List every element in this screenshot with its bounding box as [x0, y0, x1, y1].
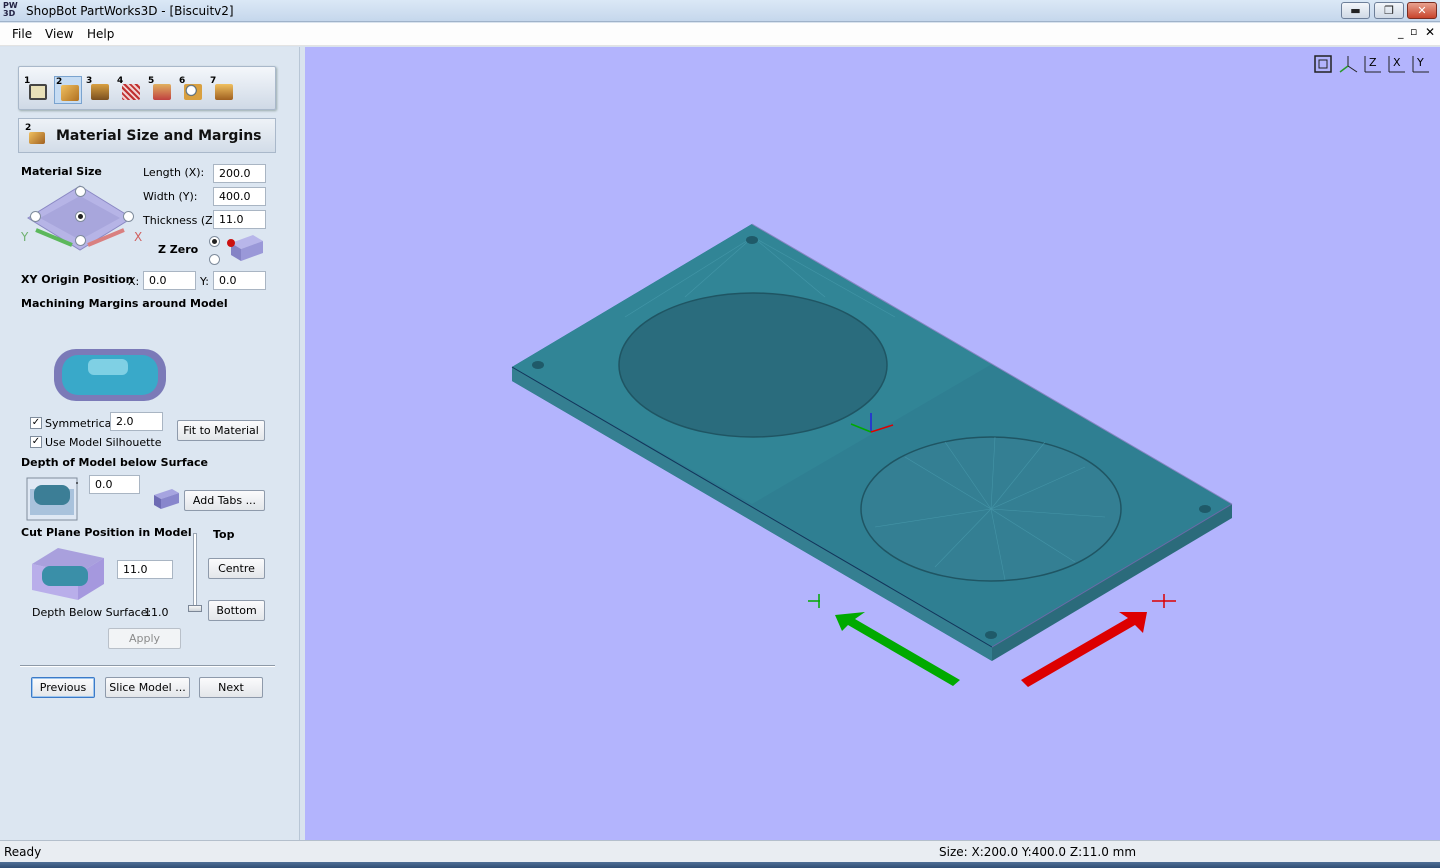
- close-button[interactable]: ✕: [1407, 2, 1437, 19]
- add-tabs-button[interactable]: Add Tabs ...: [184, 490, 265, 511]
- silhouette-checkbox[interactable]: ✓: [30, 436, 42, 448]
- model-render: [511, 223, 1233, 687]
- origin-right-radio[interactable]: [123, 211, 134, 222]
- step-7-button[interactable]: 7: [209, 76, 237, 104]
- cut-plane-slider-thumb[interactable]: [188, 605, 202, 612]
- car-margin-icon: [54, 349, 166, 401]
- depth-input[interactable]: [89, 475, 140, 494]
- step-1-button[interactable]: 1: [23, 76, 51, 104]
- centre-button[interactable]: Centre: [208, 558, 265, 579]
- depth-below-label: Depth Below Surface:: [32, 606, 152, 619]
- mdi-restore-button[interactable]: ▫: [1410, 25, 1417, 38]
- app-icon: PW 3D: [3, 1, 18, 18]
- status-bar: Ready Size: X:200.0 Y:400.0 Z:11.0 mm: [0, 840, 1440, 862]
- minimize-button[interactable]: ▬: [1341, 2, 1370, 19]
- cut-plane-input[interactable]: [117, 560, 173, 579]
- silhouette-label: Use Model Silhouette: [45, 436, 162, 449]
- xy-origin-label: XY Origin Position: [21, 273, 134, 286]
- step-5-button[interactable]: 5: [147, 76, 175, 104]
- origin-y-input[interactable]: [213, 271, 266, 290]
- origin-top-radio[interactable]: [75, 186, 86, 197]
- material-block-icon: 2: [25, 123, 47, 146]
- save-toolpath-icon: [215, 84, 233, 100]
- previous-button[interactable]: Previous: [31, 677, 95, 698]
- width-label: Width (Y):: [143, 190, 198, 203]
- upper-pocket: [618, 292, 888, 438]
- z-zero-top-radio[interactable]: [209, 236, 220, 247]
- axis-x-label: X: [134, 230, 143, 244]
- depth-label: Depth of Model below Surface: [21, 456, 209, 469]
- step-6-button[interactable]: 6: [178, 76, 206, 104]
- toolpath-hatch-icon: [122, 84, 140, 100]
- origin-x-input[interactable]: [143, 271, 196, 290]
- symmetrical-label: Symmetrical: [45, 417, 115, 430]
- thickness-label: Thickness (Z):: [143, 214, 221, 227]
- material-size-label: Material Size: [21, 165, 102, 178]
- car-cut-plane-icon: [32, 548, 104, 600]
- margin-input[interactable]: [110, 412, 163, 431]
- origin-y-label: Y:: [200, 275, 209, 288]
- depth-below-value: 11.0: [144, 606, 169, 619]
- menu-bar: File View Help _ ▫ ✕: [0, 23, 1440, 46]
- z-zero-label: Z Zero: [158, 243, 199, 256]
- bottom-button[interactable]: Bottom: [208, 600, 265, 621]
- preview-magnifier-icon: [184, 84, 202, 100]
- material-block-icon: [61, 85, 79, 101]
- taskbar: [0, 862, 1440, 868]
- maximize-button[interactable]: ❐: [1374, 2, 1404, 19]
- left-panel: 1 2 3 4 5 6 7 2 Material Size and Margin…: [0, 47, 300, 840]
- origin-x-label: X:: [128, 275, 140, 288]
- origin-bottom-radio[interactable]: [75, 235, 86, 246]
- status-ready: Ready: [4, 845, 42, 859]
- origin-center-radio[interactable]: [75, 211, 86, 222]
- margins-label: Machining Margins around Model: [21, 297, 228, 310]
- step-header: 2 Material Size and Margins: [18, 118, 276, 153]
- menu-view[interactable]: View: [45, 27, 73, 41]
- width-input[interactable]: [213, 187, 266, 206]
- panel-divider: [20, 665, 275, 667]
- step-4-button[interactable]: 4: [116, 76, 144, 104]
- step-title: Material Size and Margins: [56, 128, 262, 144]
- title-bar: PW 3D ShopBot PartWorks3D - [Biscuitv2] …: [0, 0, 1440, 22]
- z-zero-block-icon: [227, 235, 263, 261]
- car-depth-icon: [26, 477, 78, 521]
- next-button[interactable]: Next: [199, 677, 263, 698]
- cut-plane-label: Cut Plane Position in Model: [21, 526, 192, 539]
- z-zero-bottom-radio[interactable]: [209, 254, 220, 265]
- cube-icon: [29, 84, 47, 100]
- axis-y-label: Y: [21, 230, 29, 244]
- step-3-button[interactable]: 3: [85, 76, 113, 104]
- slice-model-button[interactable]: Slice Model ...: [105, 677, 190, 698]
- apply-button[interactable]: Apply: [108, 628, 181, 649]
- top-label: Top: [213, 528, 235, 541]
- step-2-button[interactable]: 2: [54, 76, 82, 104]
- tabs-block-icon: [154, 489, 179, 509]
- window-title: ShopBot PartWorks3D - [Biscuitv2]: [26, 4, 234, 18]
- mdi-close-button[interactable]: ✕: [1425, 25, 1435, 39]
- thickness-input[interactable]: [213, 210, 266, 229]
- length-label: Length (X):: [143, 166, 205, 179]
- length-input[interactable]: [213, 164, 266, 183]
- toolpath-up-icon: [91, 84, 109, 100]
- menu-file[interactable]: File: [12, 27, 32, 41]
- menu-help[interactable]: Help: [87, 27, 114, 41]
- symmetrical-checkbox[interactable]: ✓: [30, 417, 42, 429]
- step-toolbar: 1 2 3 4 5 6 7: [18, 66, 276, 110]
- status-size: Size: X:200.0 Y:400.0 Z:11.0 mm: [939, 845, 1137, 859]
- fit-to-material-button[interactable]: Fit to Material: [177, 420, 265, 441]
- origin-left-radio[interactable]: [30, 211, 41, 222]
- mdi-minimize-button[interactable]: _: [1398, 26, 1404, 39]
- toolpath-down-icon: [153, 84, 171, 100]
- 3d-viewport[interactable]: Z X Y: [305, 47, 1440, 840]
- cut-plane-slider-track[interactable]: [193, 533, 197, 611]
